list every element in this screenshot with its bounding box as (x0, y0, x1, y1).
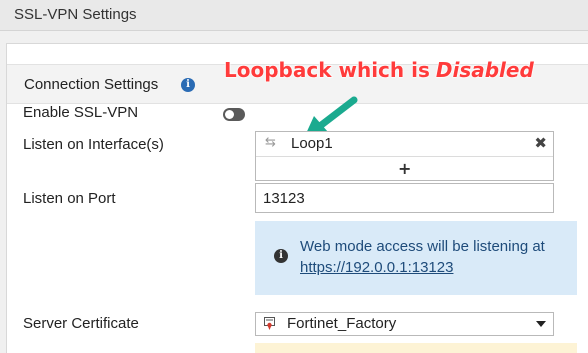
info-icon[interactable]: i (181, 78, 195, 92)
divider (256, 156, 553, 157)
certificate-icon (264, 317, 275, 330)
listen-port-label: Listen on Port (23, 190, 116, 207)
page-title: SSL-VPN Settings (14, 6, 137, 23)
chevron-down-icon (536, 321, 546, 327)
section-title: Connection Settings (24, 76, 159, 93)
enable-ssl-vpn-label: Enable SSL-VPN (23, 104, 139, 121)
title-bar: SSL-VPN Settings (0, 0, 588, 31)
server-certificate-select[interactable]: Fortinet_Factory (255, 312, 554, 336)
listening-url-link[interactable]: https://192.0.0.1:13123 (300, 257, 545, 278)
notice-message: Web mode access will be listening at (300, 238, 545, 255)
listen-port-input[interactable] (255, 183, 554, 213)
annotation-text: Loopback which is (224, 58, 431, 83)
web-mode-notice: i Web mode access will be listening at h… (255, 221, 577, 295)
annotation-emphasis: Disabled (435, 58, 534, 83)
listen-interfaces-label: Listen on Interface(s) (23, 136, 164, 153)
remove-interface-icon[interactable]: ✖ (534, 134, 547, 152)
enable-ssl-vpn-toggle[interactable] (223, 108, 245, 121)
notice-text: Web mode access will be listening at htt… (300, 236, 545, 278)
interface-list[interactable]: ⇆ Loop1 ✖ + (255, 131, 554, 181)
link-icon: ⇆ (265, 135, 276, 150)
server-certificate-label: Server Certificate (23, 315, 139, 332)
annotation-callout: Loopback which is Disabled (224, 58, 535, 83)
interface-entry: Loop1 (291, 135, 333, 152)
info-icon: i (274, 249, 288, 263)
certificate-value: Fortinet_Factory (287, 315, 397, 332)
toggle-knob (225, 110, 234, 119)
warning-strip (255, 343, 577, 353)
add-interface-icon[interactable]: + (398, 159, 411, 178)
